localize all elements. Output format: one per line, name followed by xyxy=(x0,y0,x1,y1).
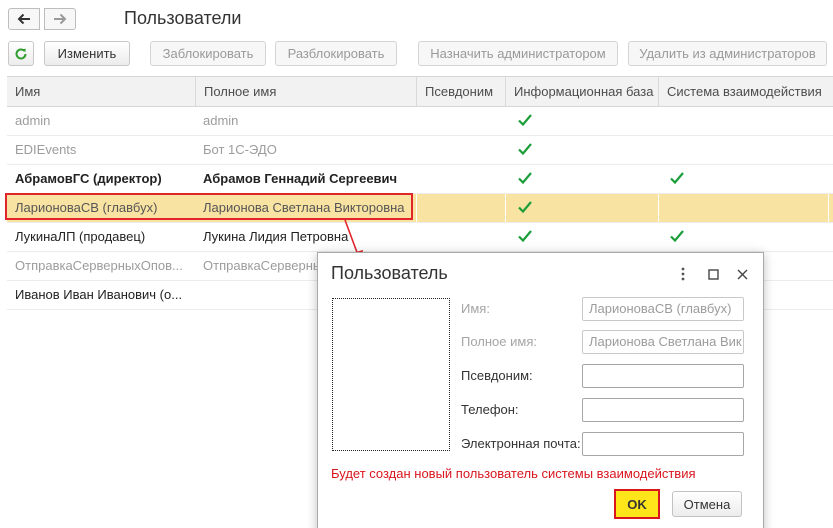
refresh-icon xyxy=(15,47,27,59)
alias-field[interactable] xyxy=(582,364,744,388)
column-divider xyxy=(416,194,417,222)
check-icon xyxy=(518,201,532,214)
column-header-alias[interactable]: Псевдоним xyxy=(416,77,505,106)
highlight-frame xyxy=(5,193,413,220)
cell-full-name: admin xyxy=(203,113,239,128)
column-header-name[interactable]: Имя xyxy=(7,77,195,106)
table-row[interactable]: admin admin xyxy=(7,107,833,136)
cell-full-name: Абрамов Геннадий Сергеевич xyxy=(203,171,398,186)
email-field[interactable] xyxy=(582,432,744,456)
user-photo-placeholder[interactable] xyxy=(332,298,450,451)
column-divider xyxy=(658,194,659,222)
ok-button[interactable]: OK xyxy=(614,489,660,519)
cell-name: ОтправкаСерверныхОпов... xyxy=(15,258,183,273)
check-icon xyxy=(670,230,684,243)
change-button[interactable]: Изменить xyxy=(44,41,130,66)
cell-name: admin xyxy=(15,113,51,128)
close-icon xyxy=(737,269,747,279)
more-icon xyxy=(681,267,685,281)
column-header-infobase[interactable]: Информационная база xyxy=(505,77,658,106)
check-icon xyxy=(518,172,532,185)
cell-name: ЛукинаЛП (продавец) xyxy=(15,229,146,244)
forward-button[interactable] xyxy=(44,8,76,30)
table-row[interactable]: EDIEvents Бот 1С-ЭДО xyxy=(7,136,833,165)
cell-name: EDIEvents xyxy=(15,142,77,157)
check-icon xyxy=(670,172,684,185)
warning-message: Будет создан новый пользователь системы … xyxy=(331,466,696,481)
table-header: Имя Полное имя Псевдоним Информационная … xyxy=(7,76,833,107)
alias-label: Псевдоним: xyxy=(461,368,533,383)
block-button[interactable]: Заблокировать xyxy=(150,41,266,66)
full-name-field[interactable]: Ларионова Светлана Вик xyxy=(582,330,744,354)
column-header-interaction[interactable]: Система взаимодействия xyxy=(658,77,833,106)
ok-button-label: OK xyxy=(627,496,647,512)
dialog-title: Пользователь xyxy=(331,263,448,283)
page-title: Пользователи xyxy=(124,8,242,28)
check-icon xyxy=(518,230,532,243)
back-arrow-icon xyxy=(17,13,30,25)
cell-name: Иванов Иван Иванович (о... xyxy=(15,287,183,302)
close-button[interactable] xyxy=(733,265,751,283)
assign-admin-button[interactable]: Назначить администратором xyxy=(418,41,618,66)
user-dialog: Пользователь Имя: ЛарионоваСВ (главбух) … xyxy=(317,252,764,528)
check-icon xyxy=(518,114,532,127)
cancel-button[interactable]: Отмена xyxy=(672,491,742,517)
email-label: Электронная почта: xyxy=(461,436,581,451)
forward-arrow-icon xyxy=(54,13,67,25)
column-header-full-name[interactable]: Полное имя xyxy=(195,77,416,106)
cell-full-name: Бот 1С-ЭДО xyxy=(203,142,277,157)
column-divider xyxy=(505,194,506,222)
maximize-button[interactable] xyxy=(704,265,722,283)
cell-full-name: Лукина Лидия Петровна xyxy=(203,229,349,244)
check-icon xyxy=(518,143,532,156)
refresh-button[interactable] xyxy=(8,41,34,66)
table-row[interactable]: ЛукинаЛП (продавец) Лукина Лидия Петровн… xyxy=(7,223,833,252)
phone-label: Телефон: xyxy=(461,402,519,417)
remove-admin-button[interactable]: Удалить из администраторов xyxy=(628,41,827,66)
back-button[interactable] xyxy=(8,8,40,30)
table-row[interactable]: АбрамовГС (директор) Абрамов Геннадий Се… xyxy=(7,165,833,194)
cell-name: АбрамовГС (директор) xyxy=(15,171,162,186)
column-divider xyxy=(828,194,829,222)
name-field[interactable]: ЛарионоваСВ (главбух) xyxy=(582,297,744,321)
maximize-icon xyxy=(707,268,719,280)
full-name-label: Полное имя: xyxy=(461,334,537,349)
unblock-button[interactable]: Разблокировать xyxy=(275,41,397,66)
name-label: Имя: xyxy=(461,301,490,316)
phone-field[interactable] xyxy=(582,398,744,422)
more-button[interactable] xyxy=(674,265,692,283)
